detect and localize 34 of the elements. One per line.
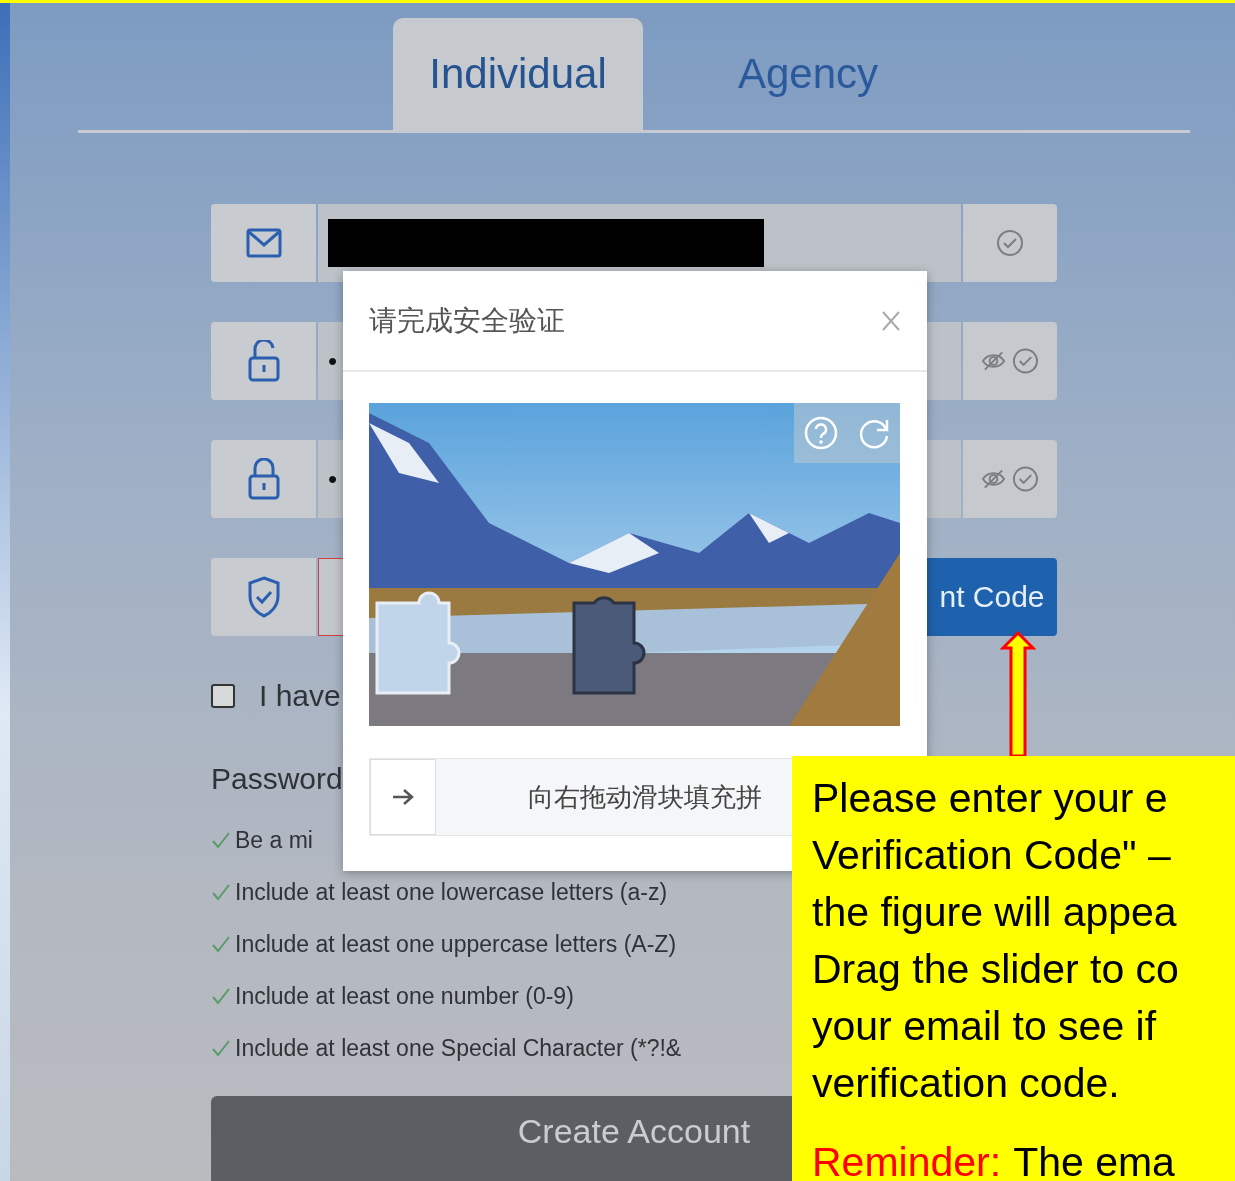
callout-text: your email to see if xyxy=(812,1002,1158,1051)
callout-text: Please enter your e xyxy=(812,774,1169,823)
check-circle-icon xyxy=(996,229,1024,257)
check-circle-icon xyxy=(1012,347,1039,375)
callout-text: Verification Code" – xyxy=(812,831,1172,880)
slider-handle[interactable] xyxy=(370,759,436,835)
reminder-label: Reminder: xyxy=(812,1138,1002,1181)
envelope-icon xyxy=(245,228,282,258)
password-rules-title: Password xyxy=(211,762,343,797)
callout-text: Drag the slider to co xyxy=(812,945,1180,994)
send-code-button[interactable]: nt Code xyxy=(927,558,1057,636)
reminder-text: The ema xyxy=(1013,1138,1175,1181)
password-rule: Include at least one lowercase letters (a-z) xyxy=(235,878,668,906)
dialog-title: 请完成安全验证 xyxy=(369,303,565,338)
checkbox[interactable] xyxy=(211,684,235,708)
eye-slash-icon[interactable] xyxy=(981,468,1007,490)
close-icon[interactable] xyxy=(881,309,901,332)
slider-hint: 向右拖动滑块填充拼 xyxy=(528,780,762,814)
password-rule: Include at least one number (0-9) xyxy=(235,982,574,1010)
shield-check-icon xyxy=(246,576,281,618)
tab[interactable]: Individual xyxy=(393,18,643,130)
callout-text: verification code. xyxy=(812,1059,1121,1108)
eye-slash-icon[interactable] xyxy=(981,350,1007,372)
right-arrow-icon xyxy=(392,788,414,806)
tab[interactable]: Agency xyxy=(683,18,933,130)
password-rule: Include at least one Special Character (*?!& xyxy=(235,1034,682,1062)
check-circle-icon xyxy=(1012,465,1039,493)
agreement-label: I have xyxy=(259,679,341,713)
unlocked-padlock-icon xyxy=(247,340,280,382)
password-rule: Include at least one uppercase letters (A-Z) xyxy=(235,930,677,958)
padlock-icon xyxy=(247,458,280,500)
callout-text: the figure will appea xyxy=(812,888,1178,937)
password-rule: Be a mi xyxy=(235,826,313,854)
help-icon[interactable] xyxy=(803,416,838,450)
